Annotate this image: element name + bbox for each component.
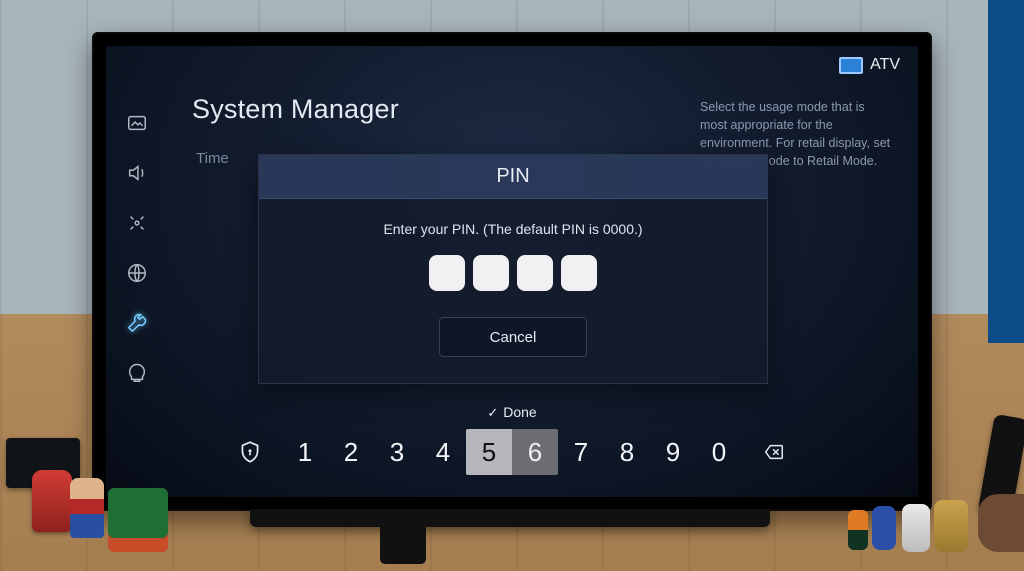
prop-figure-gold [934, 500, 968, 552]
source-badge: ATV [839, 56, 900, 74]
numkey-2[interactable]: 2 [328, 429, 374, 475]
privacy-shield-icon[interactable] [229, 431, 271, 473]
numpad: 1234567890 [282, 429, 742, 475]
done-hint: ✓ Done [106, 404, 918, 421]
network-icon[interactable] [126, 262, 148, 284]
system-icon[interactable] [126, 312, 148, 334]
settings-sidebar [126, 112, 148, 384]
dialog-message: Enter your PIN. (The default PIN is 0000… [259, 221, 767, 237]
prop-figure-white [902, 504, 930, 552]
page-title: System Manager [192, 94, 399, 125]
backspace-icon[interactable] [753, 431, 795, 473]
prop-plant [108, 488, 168, 552]
numkey-4[interactable]: 4 [420, 429, 466, 475]
done-label: Done [503, 404, 536, 420]
sound-icon[interactable] [126, 162, 148, 184]
prop-rubiks-cube [380, 518, 426, 564]
numkey-9[interactable]: 9 [650, 429, 696, 475]
prop-figure-red [32, 470, 72, 532]
pin-digit-2[interactable] [473, 255, 509, 291]
cancel-button[interactable]: Cancel [439, 317, 587, 357]
numkey-3[interactable]: 3 [374, 429, 420, 475]
menu-item-time[interactable]: Time [196, 150, 229, 167]
pin-input-row [259, 255, 767, 291]
tv-stand [250, 509, 770, 527]
check-icon: ✓ [487, 405, 498, 421]
prop-figure-strawhat [70, 478, 104, 538]
pin-digit-1[interactable] [429, 255, 465, 291]
prop-figure-orange [848, 510, 868, 550]
picture-icon[interactable] [126, 112, 148, 134]
numkey-0[interactable]: 0 [696, 429, 742, 475]
source-label: ATV [870, 56, 900, 74]
tv-screen: ATV System Manager Time Select the usage… [106, 46, 918, 497]
broadcast-icon[interactable] [126, 212, 148, 234]
dialog-title: PIN [259, 155, 767, 199]
numkey-6[interactable]: 6 [512, 429, 558, 475]
numkey-8[interactable]: 8 [604, 429, 650, 475]
number-row: 1234567890 [106, 429, 918, 475]
scene: ATV System Manager Time Select the usage… [0, 0, 1024, 571]
tv-source-icon [839, 57, 863, 74]
pin-digit-3[interactable] [517, 255, 553, 291]
pin-digit-4[interactable] [561, 255, 597, 291]
prop-hand [978, 494, 1024, 552]
support-icon[interactable] [126, 362, 148, 384]
numkey-5[interactable]: 5 [466, 429, 512, 475]
prop-figure-blue [872, 506, 896, 550]
tv-frame: ATV System Manager Time Select the usage… [92, 32, 932, 511]
numkey-1[interactable]: 1 [282, 429, 328, 475]
pin-dialog: PIN Enter your PIN. (The default PIN is … [258, 154, 768, 384]
numkey-7[interactable]: 7 [558, 429, 604, 475]
